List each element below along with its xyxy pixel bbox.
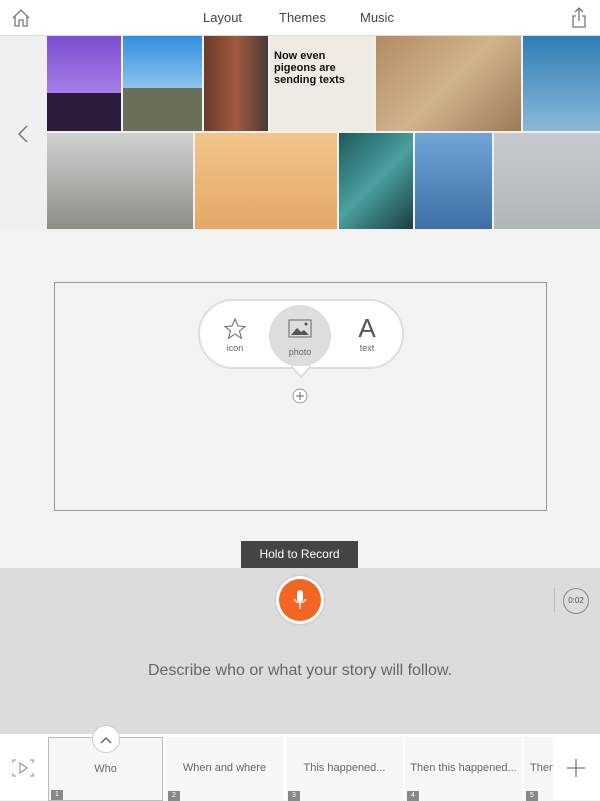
plus-circle-icon[interactable]	[292, 388, 308, 404]
tab-music[interactable]: Music	[360, 10, 394, 25]
record-button[interactable]	[276, 576, 324, 624]
timer: 0:02	[563, 588, 589, 614]
prompt-text: Describe who or what your story will fol…	[147, 662, 453, 679]
chevron-up-icon[interactable]	[92, 725, 120, 753]
add-slide-icon[interactable]	[566, 758, 586, 778]
icon-option[interactable]: icon	[203, 301, 267, 367]
story-card-5[interactable]: Then 5	[524, 737, 553, 801]
photo-thumbnail[interactable]	[415, 133, 492, 229]
preview-play-icon[interactable]	[12, 759, 34, 777]
star-icon	[223, 317, 247, 340]
storyline-bar: Who 1 When and where 2 This happened... 3 T…	[0, 725, 600, 801]
content-picker: icon photo A text	[198, 299, 404, 369]
home-icon[interactable]	[11, 8, 31, 28]
bubble-pointer	[291, 366, 311, 378]
share-icon[interactable]	[571, 7, 587, 29]
photo-thumbnail[interactable]	[47, 36, 121, 131]
text-option[interactable]: A text	[335, 301, 399, 367]
photo-thumbnail[interactable]	[376, 36, 521, 131]
photo-option[interactable]: photo	[269, 305, 331, 367]
photo-thumbnail[interactable]	[494, 133, 600, 229]
story-card-4[interactable]: Then this happened... 4	[405, 737, 522, 801]
top-bar: Layout Themes Music	[0, 0, 600, 36]
tab-layout[interactable]: Layout	[203, 10, 242, 25]
tab-themes[interactable]: Themes	[279, 10, 326, 25]
chevron-left-icon[interactable]	[16, 124, 30, 144]
story-card-1[interactable]: Who 1	[48, 725, 163, 801]
record-tooltip: Hold to Record	[241, 541, 358, 568]
photo-strip: Now even pigeons are sending texts	[0, 36, 600, 231]
photo-thumbnail[interactable]	[47, 133, 193, 229]
photo-thumbnail[interactable]: Now even pigeons are sending texts	[270, 36, 374, 131]
photo-thumbnail[interactable]	[123, 36, 202, 131]
photo-thumbnail[interactable]	[204, 36, 268, 131]
story-card-2[interactable]: When and where 2	[166, 737, 283, 801]
story-card-3[interactable]: This happened... 3	[286, 737, 403, 801]
text-a-icon: A	[358, 313, 376, 343]
photo-thumbnail[interactable]	[339, 133, 413, 229]
microphone-icon	[293, 590, 307, 609]
photo-thumbnail[interactable]	[523, 36, 600, 131]
photo-thumbnail[interactable]	[195, 133, 337, 229]
divider	[554, 588, 555, 612]
newspaper-headline: Now even pigeons are sending texts	[274, 50, 345, 86]
image-icon	[288, 319, 312, 338]
